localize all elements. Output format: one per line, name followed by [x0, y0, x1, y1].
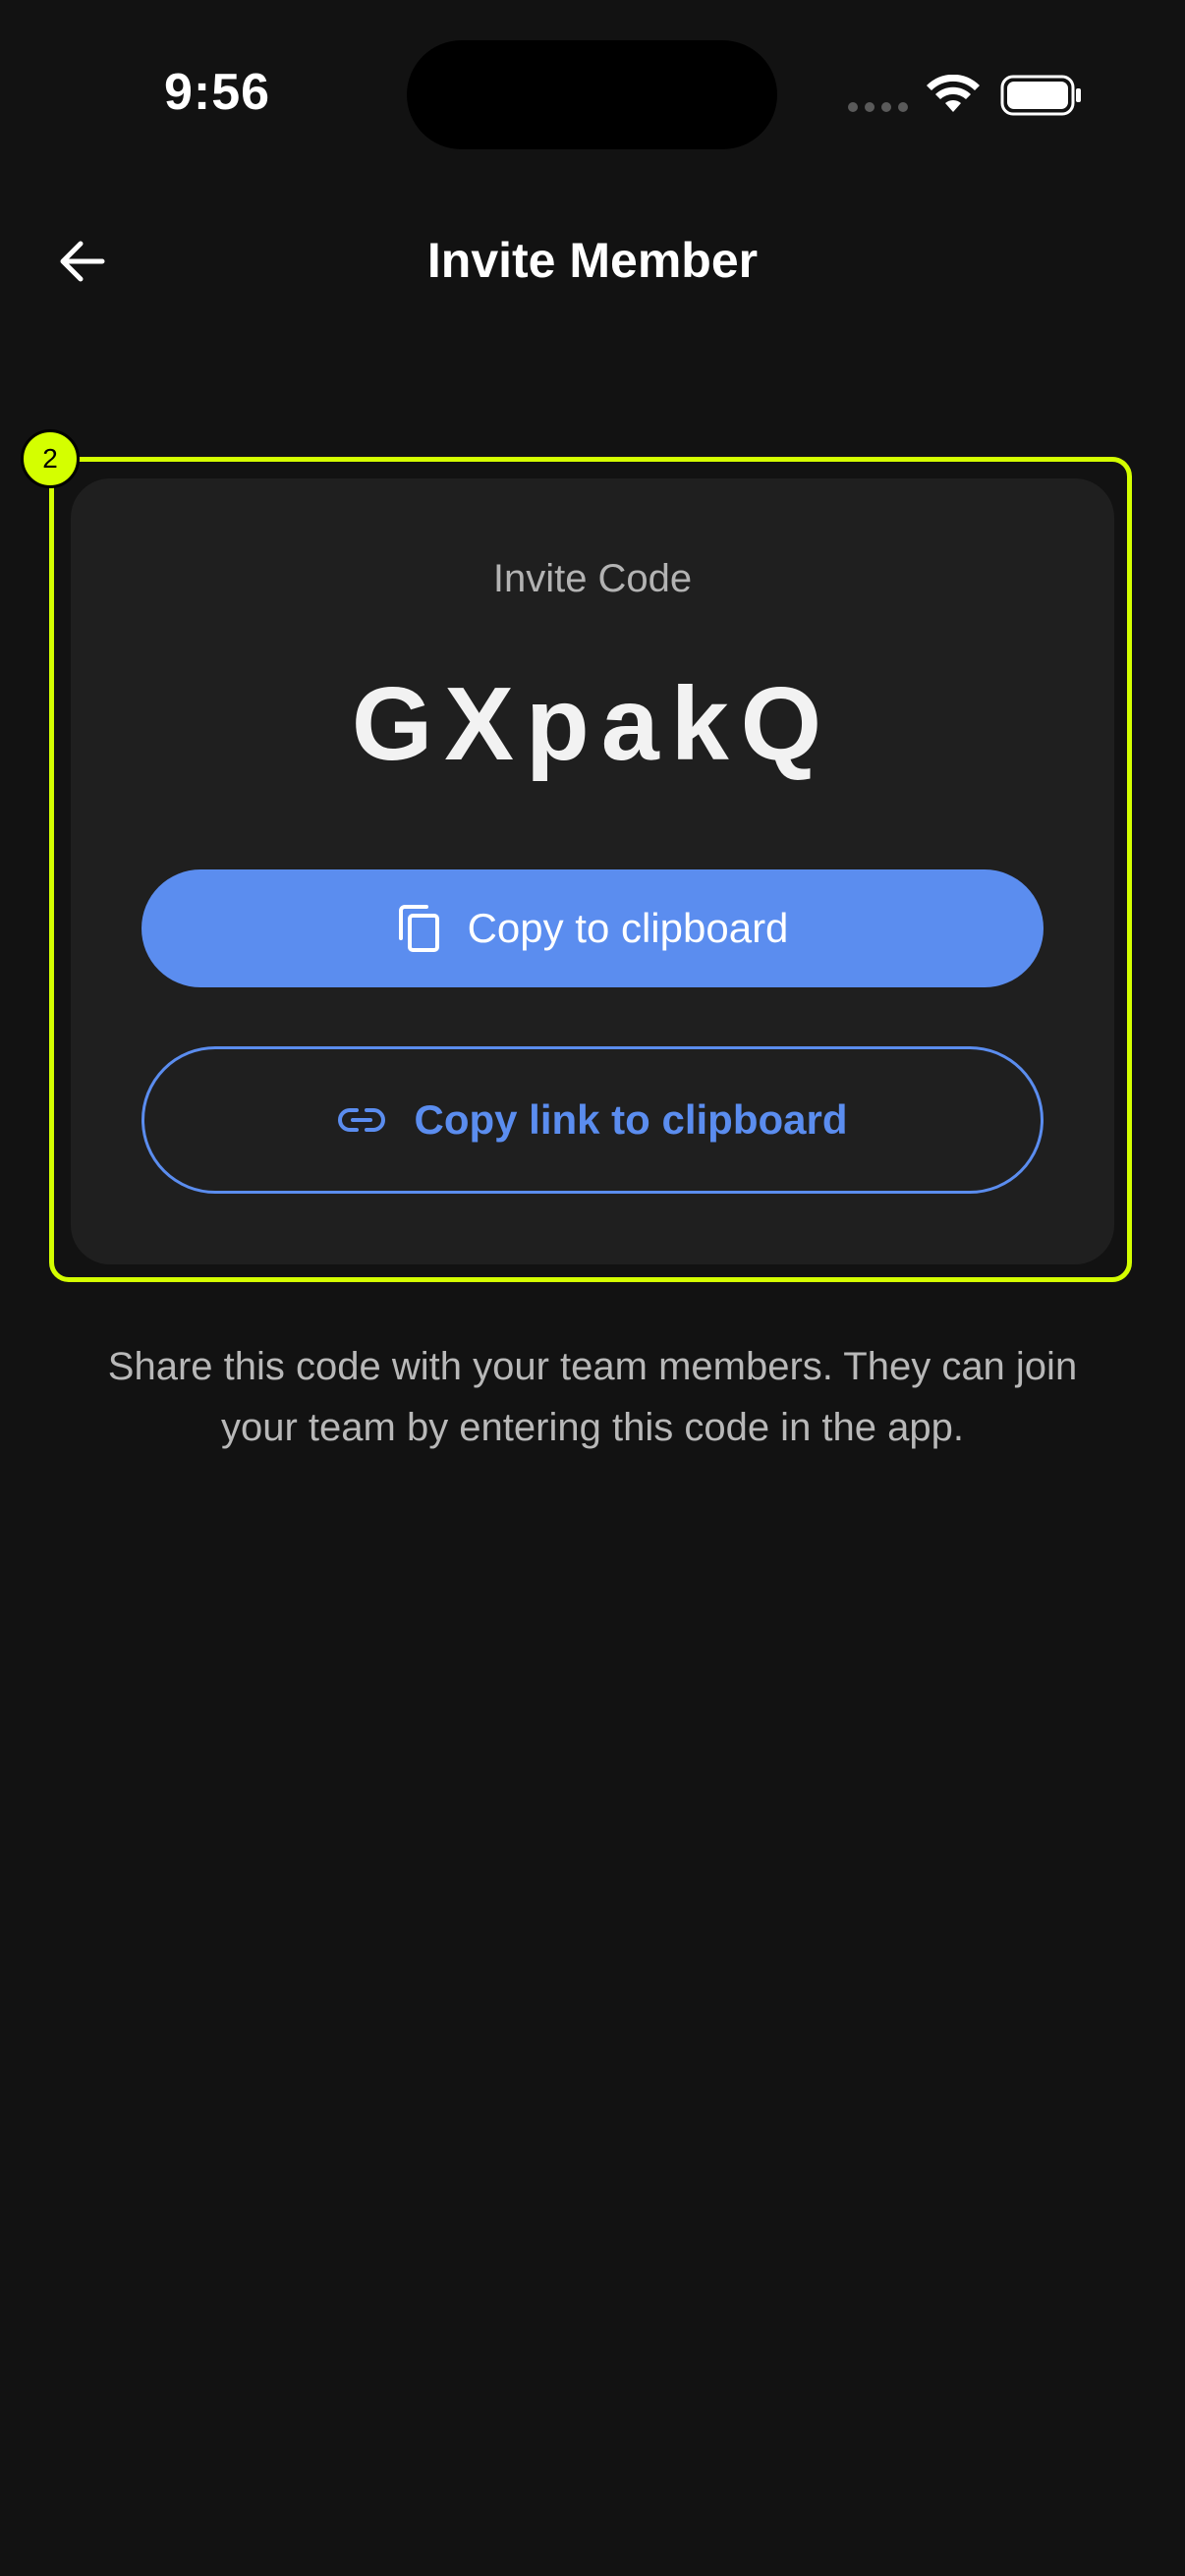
highlight-frame	[49, 457, 1132, 1282]
highlight-badge: 2	[21, 429, 80, 488]
wifi-icon	[927, 75, 980, 112]
status-time: 9:56	[164, 64, 271, 121]
dynamic-island	[407, 40, 777, 149]
battery-icon	[1000, 75, 1081, 116]
cellular-signal-icon	[848, 102, 908, 112]
share-instructions: Share this code with your team members. …	[107, 1345, 1078, 1449]
page-title: Invite Member	[426, 233, 759, 288]
